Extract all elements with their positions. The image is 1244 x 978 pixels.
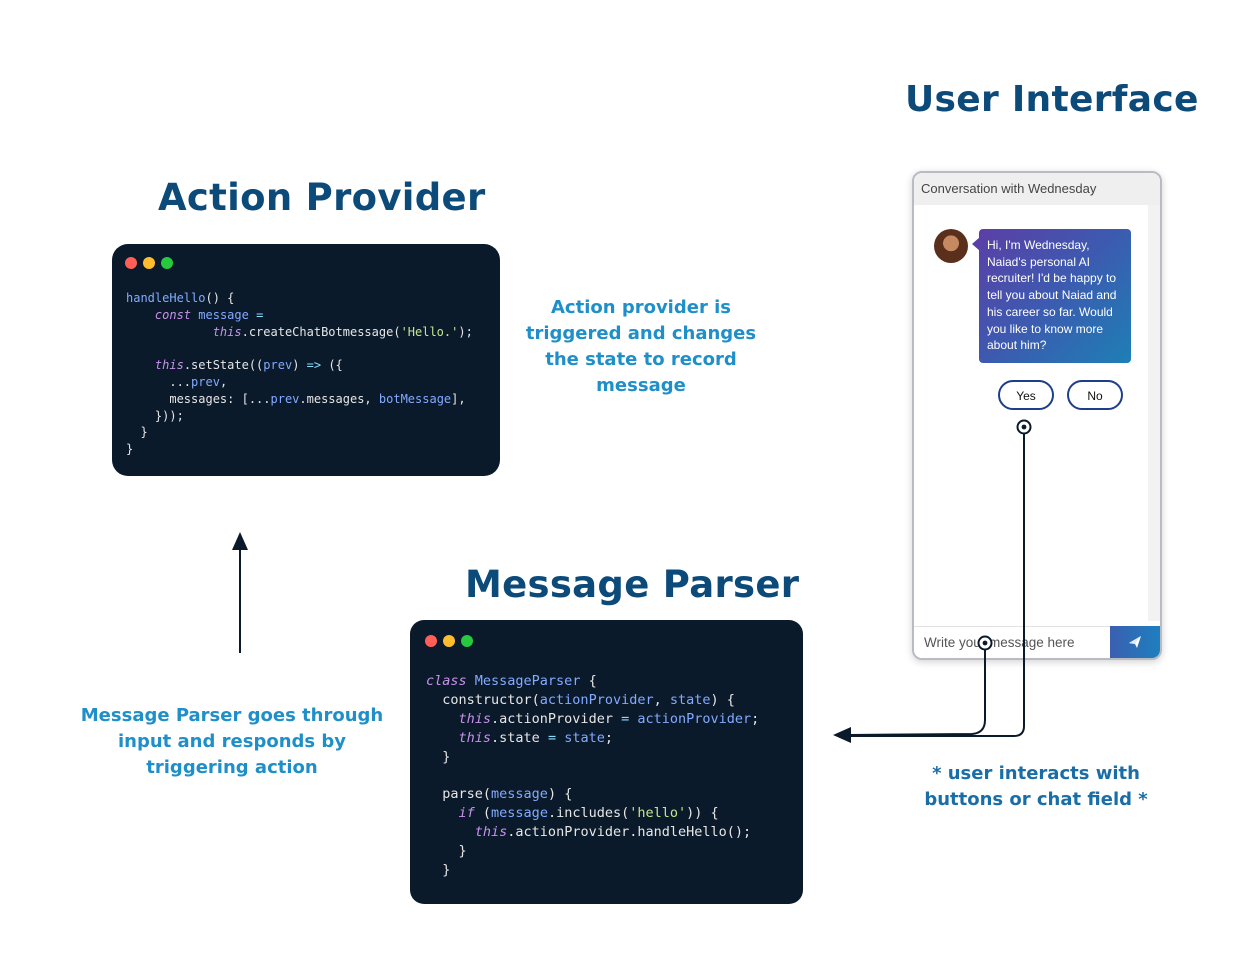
flow-arrows	[232, 419, 1032, 743]
left-arrowhead-icon	[833, 727, 851, 743]
input-marker-center	[982, 640, 988, 646]
yes-marker-center	[1021, 424, 1027, 430]
button-connector-line	[850, 434, 1025, 737]
up-arrowhead-icon	[232, 532, 248, 550]
input-connector-line	[849, 650, 986, 736]
